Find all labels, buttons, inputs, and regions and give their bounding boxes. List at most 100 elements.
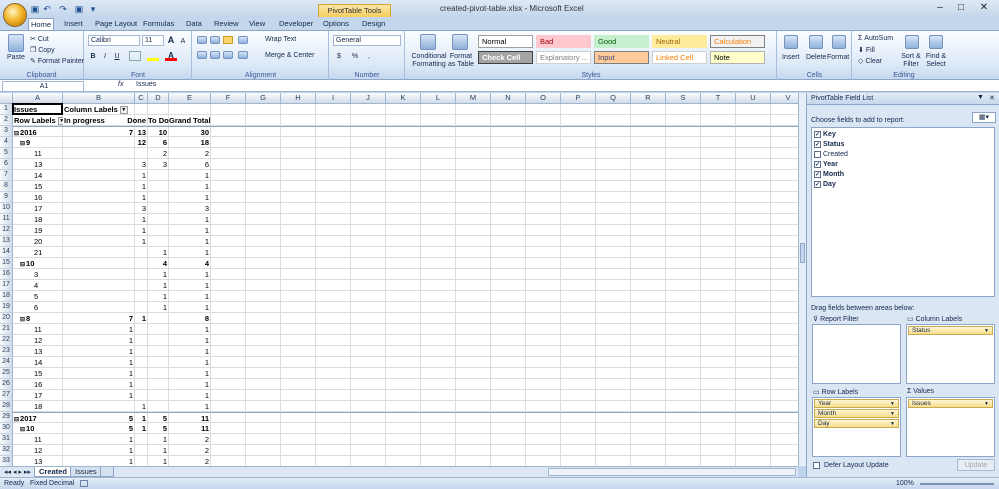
cell-d[interactable] [148,225,169,236]
row-header[interactable]: 29 [0,412,13,423]
insert-cells-button[interactable]: Insert [782,54,800,61]
cell-style-linked-cell[interactable]: Linked Cell [652,51,707,64]
paste-label[interactable]: Paste [7,54,25,61]
cell-c[interactable] [127,346,148,357]
row-header[interactable]: 27 [0,390,13,401]
sort-filter-icon[interactable] [905,35,919,49]
cell-d[interactable]: 3 [148,159,169,170]
cell-c[interactable] [127,368,148,379]
insert-sheet-icon[interactable] [100,467,114,477]
cell-e[interactable]: 11 [169,423,211,434]
office-button[interactable] [3,3,27,27]
column-header-u[interactable]: U [736,93,771,104]
cell-e[interactable]: 1 [169,379,211,390]
cell-e[interactable]: 1 [169,368,211,379]
shrink-font-button[interactable]: A [178,36,188,47]
tab-design[interactable]: Design [360,17,387,30]
orientation-icon[interactable] [238,36,248,44]
row-header[interactable]: 17 [0,280,13,291]
area-field-month[interactable]: Month ▼ [814,409,899,418]
cell-style-calculation[interactable]: Calculation [710,35,765,48]
cell-b[interactable]: In progress [63,115,135,126]
field-checkbox[interactable]: ✓ [814,140,821,148]
cell-d[interactable] [148,401,169,412]
cell-d[interactable] [148,379,169,390]
row-header[interactable]: 15 [0,258,13,269]
sheet-nav-icons[interactable]: ◂◂ ◂ ▸ ▸▸ [4,468,31,476]
conditional-formatting-icon[interactable] [420,34,436,50]
row-header[interactable]: 9 [0,192,13,203]
column-header-h[interactable]: H [281,93,316,104]
cell-d[interactable]: 1 [148,302,169,313]
cell-c[interactable]: 3 [127,159,148,170]
cell-a[interactable]: 14 [33,170,63,181]
collapse-icon[interactable]: ⊟ [20,317,25,323]
align-top-icon[interactable] [197,36,207,44]
cell-c[interactable] [127,379,148,390]
cell-b[interactable] [63,302,135,313]
row-header[interactable]: 30 [0,423,13,434]
sort-filter-button[interactable]: Sort & Filter [900,53,922,69]
area-field-day[interactable]: Day ▼ [814,419,899,428]
field-key[interactable]: ✓ Key [814,130,836,139]
cell-a[interactable]: 11 [33,324,63,335]
field-status[interactable]: ✓ Status [814,140,844,149]
cell-style-good[interactable]: Good [594,35,649,48]
cell-e[interactable] [169,104,211,115]
area-field-dropdown-icon[interactable]: ▼ [890,420,895,428]
column-header-o[interactable]: O [526,93,561,104]
area-field-dropdown-icon[interactable]: ▼ [890,410,895,418]
cell-d[interactable]: 1 [148,280,169,291]
values-area[interactable]: Issues ▼ [906,397,995,457]
comma-button[interactable]: , [364,51,374,62]
cell-a[interactable]: Issues [13,104,63,115]
collapse-icon[interactable]: ⊟ [20,141,25,147]
cell-d[interactable] [148,335,169,346]
row-header[interactable]: 28 [0,401,13,412]
cell-c[interactable] [127,247,148,258]
tab-options[interactable]: Options [321,17,351,30]
formula-input[interactable]: Issues [136,81,156,88]
cell-e[interactable]: 1 [169,192,211,203]
cell-b[interactable] [63,170,135,181]
column-header-c[interactable]: C [135,93,148,104]
delete-cells-icon[interactable] [809,35,823,49]
worksheet-grid[interactable]: A B C D E F G H I J K L M N O P Q R S T U V 1 Issues Column Labe… [0,93,798,466]
cell-e[interactable]: 2 [169,434,211,445]
cell-b[interactable] [63,148,135,159]
cell-style-neutral[interactable]: Neutral [652,35,707,48]
cell-b[interactable]: 1 [63,390,135,401]
cell-d[interactable]: 2 [148,148,169,159]
find-select-icon[interactable] [929,35,943,49]
row-header[interactable]: 13 [0,236,13,247]
row-header[interactable]: 11 [0,214,13,225]
field-checkbox[interactable]: ✓ [814,130,821,138]
cell-a[interactable]: 12 [33,335,63,346]
cell-b[interactable]: 1 [63,456,135,466]
cell-style-bad[interactable]: Bad [536,35,591,48]
row-header[interactable]: 21 [0,324,13,335]
close-button[interactable]: ✕ [976,2,992,14]
clear-button[interactable]: ◇ Clear [858,57,882,65]
cell-c[interactable] [127,148,148,159]
cell-a[interactable]: 3 [33,269,63,280]
cell-e[interactable]: 4 [169,258,211,269]
field-day[interactable]: ✓ Day [814,180,836,189]
row-header[interactable]: 14 [0,247,13,258]
cell-e[interactable]: 1 [169,214,211,225]
row-header[interactable]: 31 [0,434,13,445]
cell-c[interactable]: 1 [127,192,148,203]
cell-a[interactable]: ⊟10 [19,423,63,434]
undo-icon[interactable]: ↶ [42,4,52,14]
row-header[interactable]: 20 [0,313,13,324]
cell-c[interactable] [127,434,148,445]
panel-close-icon[interactable]: ✕ [989,94,995,102]
cell-d[interactable]: To Do [148,115,169,126]
underline-button[interactable]: U [112,51,122,62]
cell-b[interactable]: 1 [63,357,135,368]
cell-e[interactable]: 1 [169,170,211,181]
cell-c[interactable] [127,390,148,401]
cut-button[interactable]: ✂ Cut [30,35,49,43]
cell-c[interactable]: 1 [127,225,148,236]
report-filter-area[interactable] [812,324,901,384]
